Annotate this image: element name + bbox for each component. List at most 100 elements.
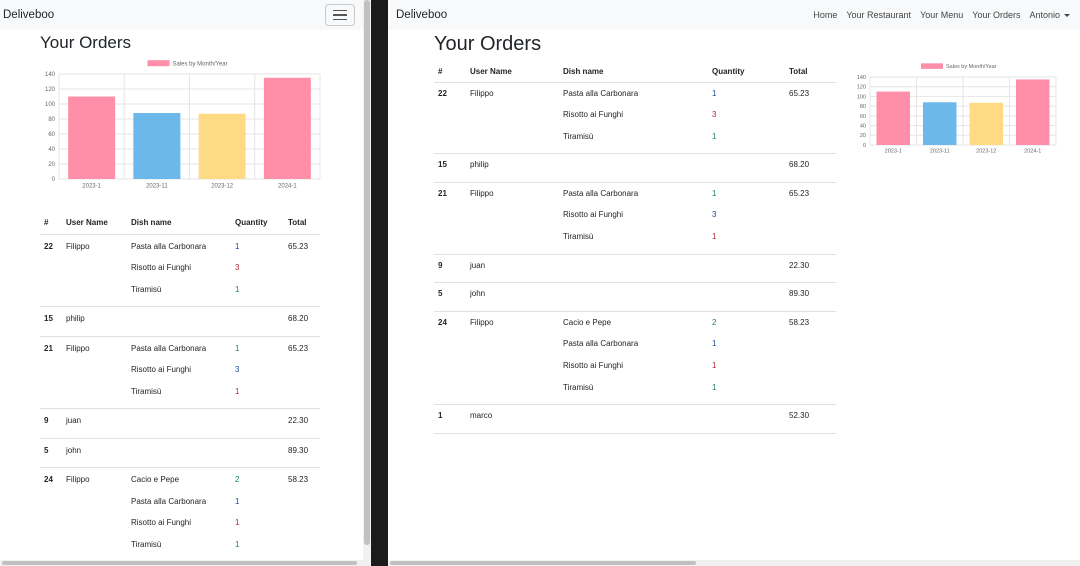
dish-name: Cacio e Pepe [563,317,612,327]
dish-names [559,254,708,284]
order-id: 22 [40,234,62,307]
column-header: Quantity [231,212,284,235]
menu-toggle-button[interactable] [325,4,355,26]
order-id: 24 [40,467,62,562]
x-tick-label: 2023-1 [885,149,902,155]
table-row: 9 juan 22.30 [40,408,320,439]
order-total: 65.23 [785,82,836,155]
order-total: 65.23 [284,234,320,307]
dish-names: Pasta alla Carbonara Risotto ai Funghi Tir… [559,82,708,155]
y-tick-label: 80 [48,117,55,123]
horizontal-scrollbar[interactable] [388,560,1080,566]
x-tick-label: 2023-12 [976,149,996,155]
orders-table: # User Name Dish name Quantity Total 22 Filipp… [434,62,836,434]
dish-names: Cacio e Pepe Pasta alla Carbonara Risotto … [127,467,231,562]
legend-swatch [147,60,170,67]
dish-name: Pasta alla Carbonara [131,343,207,353]
column-header: Total [785,62,836,83]
y-tick-label: 80 [860,104,866,110]
dish-quantity: 1 [235,518,240,527]
y-tick-label: 20 [48,162,55,168]
dish-quantity: 1 [712,361,717,371]
order-id: 24 [434,311,466,406]
user-dropdown[interactable]: Antonio [1029,10,1070,20]
navbar: Deliveboo Home Your Restaurant Your Menu… [388,0,1080,30]
brand-link[interactable]: Deliveboo [396,9,447,21]
nav-home[interactable]: Home [813,10,837,20]
dish-names [127,438,231,468]
y-tick-label: 60 [860,114,866,120]
table-row: 21 Filippo Pasta alla Carbonara Risotto ai … [40,336,320,409]
user-name: philip [62,306,127,337]
left-window: Deliveboo Your Orders 0 20 40 60 80 100 120 140… [0,0,363,566]
order-total: 65.23 [284,336,320,409]
dish-quantity: 1 [712,88,717,98]
bar [263,77,311,179]
y-tick-label: 100 [45,102,56,108]
vertical-scrollbar[interactable] [363,0,371,566]
y-tick-label: 120 [45,87,56,93]
nav-your-orders[interactable]: Your Orders [972,10,1020,20]
user-name: juan [62,408,127,439]
dish-names [127,306,231,337]
user-name: Filippo [466,311,559,406]
dish-name: Tiramisù [563,232,594,242]
dish-quantity: 3 [712,210,717,220]
dish-name: Pasta alla Carbonara [131,496,207,506]
user-name: Antonio [1029,10,1060,20]
column-header: User Name [62,212,127,235]
dish-quantity: 1 [235,496,240,506]
table-row: 15 philip 68.20 [434,153,836,183]
order-total: 65.23 [785,182,836,255]
window-divider [371,0,388,566]
table-row: 5 john 89.30 [434,282,836,312]
dish-quantities [231,438,284,468]
order-id: 15 [40,306,62,337]
dish-quantity: 1 [712,131,717,141]
dish-quantity: 3 [712,110,717,120]
dish-name: Risotto ai Funghi [563,361,624,371]
table-header-row: # User Name Dish name Quantity Total [40,212,320,235]
dish-names [559,282,708,312]
order-id: 9 [434,254,466,284]
dish-quantities [708,404,785,434]
y-tick-label: 140 [857,75,866,81]
y-tick-label: 60 [48,132,55,138]
x-tick-label: 2023-11 [930,149,950,155]
horizontal-scrollbar[interactable] [0,560,363,566]
user-name: Filippo [466,82,559,155]
x-tick-label: 2024-1 [1024,149,1041,155]
column-header: Dish name [559,62,708,83]
column-header: Quantity [708,62,785,83]
bar [923,102,957,145]
y-tick-label: 140 [45,72,56,78]
order-id: 9 [40,408,62,439]
sales-chart: 0 20 40 60 80 100 120 140 Sales by Month/Year 202… [45,60,321,189]
dish-name: Risotto ai Funghi [131,518,192,527]
table-header-row: # User Name Dish name Quantity Total [434,62,836,83]
bar [876,91,910,145]
table-row: 24 Filippo Cacio e Pepe Pasta alla Carbonar… [40,467,320,562]
nav-your-restaurant[interactable]: Your Restaurant [846,10,911,20]
nav-your-menu[interactable]: Your Menu [920,10,963,20]
user-name: Filippo [466,182,559,255]
legend-swatch [921,63,943,69]
x-tick-label: 2024-1 [278,183,297,189]
table-row: 24 Filippo Cacio e Pepe Pasta alla Carbonar… [434,311,836,406]
column-header: # [434,62,466,83]
table-row: 9 juan 22.30 [434,254,836,284]
brand-link[interactable]: Deliveboo [3,9,54,21]
y-tick-label: 0 [863,143,866,149]
dish-quantity: 1 [235,343,240,353]
dish-quantities: 1 3 1 [231,234,284,307]
y-tick-label: 100 [857,94,866,100]
user-name: john [62,438,127,468]
user-name: john [466,282,559,312]
order-total: 58.23 [284,467,320,562]
dish-names: Pasta alla Carbonara Risotto ai Funghi Tir… [559,182,708,255]
dish-quantities [708,254,785,284]
table-row: 1marco 52.30 [434,404,836,434]
column-header: # [40,212,62,235]
dish-quantities [231,306,284,337]
user-name: juan [466,254,559,284]
